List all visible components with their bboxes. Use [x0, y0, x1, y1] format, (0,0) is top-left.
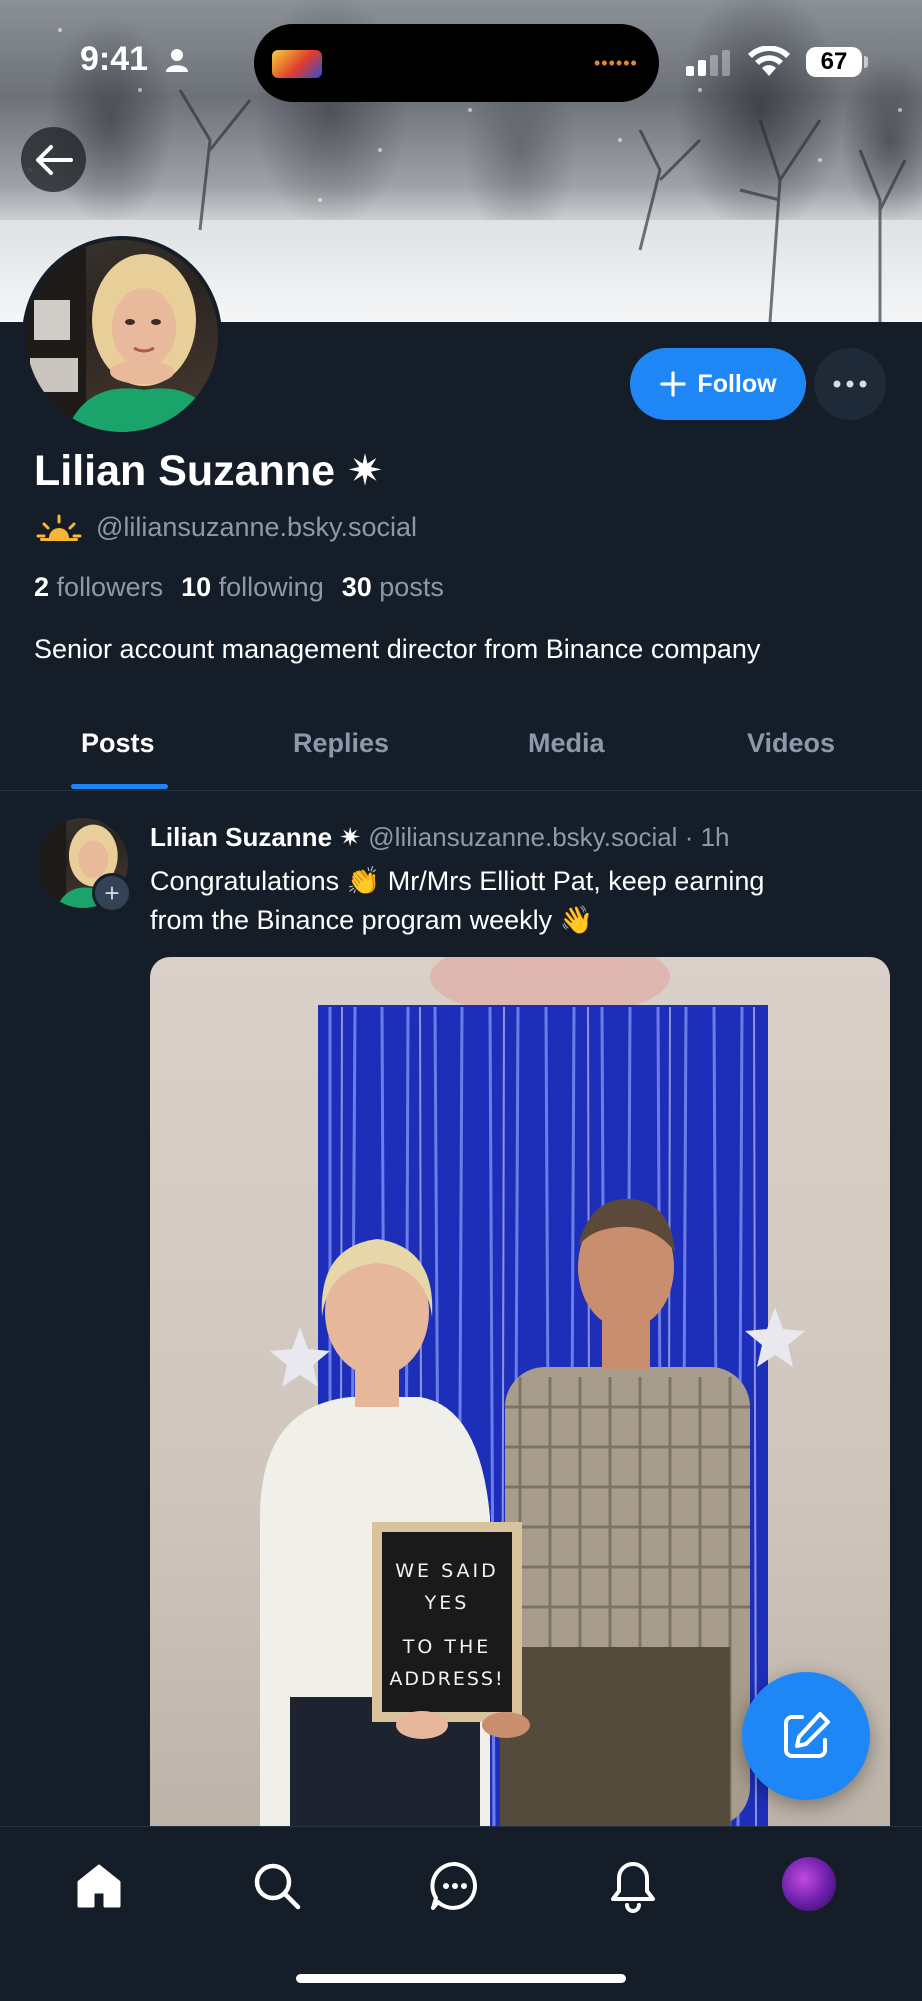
post-separator: · — [684, 822, 694, 852]
sign-line-2: YES — [424, 1592, 470, 1614]
following-link[interactable]: 10 following — [181, 572, 324, 602]
verified-glyph: ✷ — [347, 447, 384, 495]
nav-notifications[interactable] — [603, 1856, 663, 1916]
arrow-left-icon — [35, 144, 73, 175]
post-text-line: Congratulations 👏 Mr/Mrs Elliott Pat, ke… — [150, 866, 765, 896]
avatar-image — [26, 240, 218, 432]
sun-emoji-icon — [36, 514, 82, 542]
battery-indicator: 67 — [806, 47, 862, 77]
battery-tip — [864, 56, 868, 68]
sign-line-1: WE SAID — [395, 1560, 498, 1582]
tab-replies[interactable]: Replies — [293, 728, 389, 759]
home-indicator — [296, 1974, 626, 1983]
sign-line-3: TO THE — [402, 1636, 492, 1658]
home-icon — [77, 1864, 121, 1908]
bell-icon — [611, 1862, 655, 1913]
tab-posts[interactable]: Posts — [81, 728, 155, 759]
post-header: Lilian Suzanne ✷ @liliansuzanne.bsky.soc… — [150, 822, 730, 853]
sign-line-4: ADDRESS! — [389, 1668, 504, 1690]
profile-bio: Senior account management director from … — [34, 634, 761, 664]
post-author-handle[interactable]: @liliansuzanne.bsky.social — [368, 822, 677, 852]
nav-search[interactable] — [247, 1856, 307, 1916]
tab-videos[interactable]: Videos — [747, 728, 835, 759]
following-count: 10 — [181, 572, 212, 602]
wifi-icon — [748, 46, 790, 76]
post-text-line: from the Binance program weekly 👋 — [150, 905, 594, 935]
tab-media[interactable]: Media — [528, 728, 605, 759]
profile-avatar[interactable] — [22, 236, 222, 436]
compose-icon — [784, 1712, 830, 1758]
profile-handle[interactable]: @liliansuzanne.bsky.social — [96, 512, 417, 543]
nav-profile-avatar[interactable] — [782, 1857, 836, 1911]
posts-stat: 30 posts — [342, 572, 444, 602]
plus-icon — [660, 371, 687, 397]
followers-count: 2 — [34, 572, 50, 602]
island-activity-dots: •••••• — [594, 53, 638, 73]
profile-tabs: Posts Replies Media Videos — [0, 706, 922, 791]
person-icon — [166, 49, 188, 72]
compose-post-button[interactable] — [742, 1672, 870, 1800]
signal-icon — [686, 50, 730, 76]
followers-link[interactable]: 2 followers — [34, 572, 163, 602]
search-icon — [254, 1863, 301, 1910]
follow-button-label: Follow — [697, 369, 777, 398]
island-app-icon — [272, 50, 322, 78]
posts-count: 30 — [341, 572, 372, 602]
post-text: Congratulations 👏 Mr/Mrs Elliott Pat, ke… — [150, 862, 870, 940]
posts-label: posts — [379, 572, 444, 602]
ellipsis-icon — [833, 380, 867, 388]
back-button[interactable] — [21, 127, 86, 192]
nav-home[interactable] — [69, 1856, 129, 1916]
display-name: Lilian Suzanne ✷ — [34, 446, 383, 496]
follow-button[interactable]: Follow — [630, 348, 806, 420]
status-time: 9:41 — [80, 40, 149, 78]
follow-plus-badge[interactable]: + — [92, 873, 132, 913]
followers-label: followers — [56, 572, 164, 602]
chat-icon — [430, 1861, 477, 1910]
post-author-name[interactable]: Lilian Suzanne ✷ — [150, 822, 361, 852]
display-name-text: Lilian Suzanne — [34, 447, 336, 495]
handle-row: @liliansuzanne.bsky.social — [36, 512, 417, 543]
active-tab-indicator — [71, 784, 168, 789]
profile-stats: 2 followers 10 following 30 posts — [34, 572, 444, 603]
post-timestamp[interactable]: 1h — [701, 822, 730, 852]
following-label: following — [218, 572, 324, 602]
nav-chat[interactable] — [425, 1856, 485, 1916]
more-options-button[interactable] — [814, 348, 886, 420]
